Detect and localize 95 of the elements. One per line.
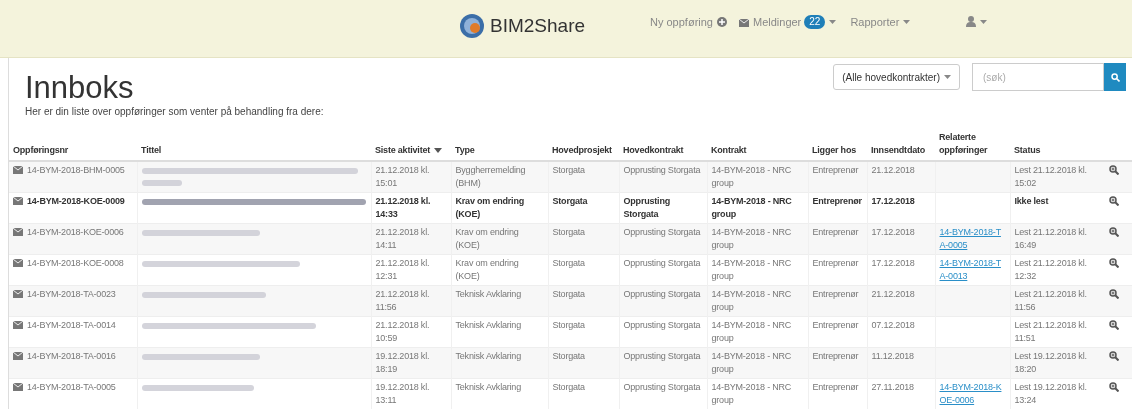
assigned-to: Entreprenør [812,257,859,268]
project-name: Storgata [552,319,585,330]
entry-number[interactable]: 14-BYM-2018-TA-0014 [13,318,133,332]
activity-date: 19.12.2018 kl. 18:19 [375,350,430,374]
entry-number[interactable]: 14-BYM-2018-TA-0023 [13,287,133,301]
column-header[interactable]: Tittel [141,144,367,157]
contract-name: 14-BYM-2018 - NRC group [711,350,792,374]
entry-number[interactable]: 14-BYM-2018-TA-0005 [13,380,133,394]
project-name: Storgata [552,165,585,175]
main-contract: Opprusting Storgata [623,257,701,268]
contract-name: 14-BYM-2018 - NRC group [711,319,792,343]
main-contract: Opprusting Storgata [623,288,701,299]
contract-filter-dropdown[interactable]: (Alle hovedkontrakter) [833,64,960,90]
activity-date: 21.12.2018 kl. 14:11 [375,226,430,250]
column-header[interactable]: Kontrakt [711,144,804,157]
column-header[interactable]: Hovedkontrakt [623,144,703,157]
activity-date: 19.12.2018 kl. 13:11 [375,381,430,405]
entry-type: Teknisk Avklaring [455,381,521,392]
submitted-date: 17.12.2018 [871,226,915,237]
submitted-date: 21.12.2018 [871,288,915,299]
column-header[interactable]: Ligger hos [812,144,863,157]
main-contract: Opprusting Storgata [623,195,670,219]
activity-date: 21.12.2018 kl. 14:33 [375,195,431,219]
column-header[interactable]: Oppføringsnr [13,144,133,157]
status-text: Lest 21.12.2018 kl. 15:02 [1014,165,1087,188]
contract-name: 14-BYM-2018 - NRC group [711,381,792,405]
assigned-to: Entreprenør [812,319,859,330]
contract-name: 14-BYM-2018 - NRC group [711,165,792,188]
column-header[interactable]: Siste aktivitet [375,145,431,155]
messages-menu[interactable]: Meldinger 22 [739,13,837,31]
submitted-date: 21.12.2018 [871,165,915,175]
page-subtitle: Her er din liste over oppføringer som venter på behandling fra dere: [25,106,324,118]
column-header[interactable]: Status [1014,144,1101,157]
entry-type: Byggherremelding (BHM) [455,165,526,188]
search-field[interactable]: (søk) [972,63,1104,91]
status-text: Lest 21.12.2018 kl. 11:51 [1014,319,1087,343]
column-header[interactable]: Hovedprosjekt [552,144,615,157]
assigned-to: Entreprenør [812,350,859,361]
entry-type: Krav om endring (KOE) [455,195,524,219]
entry-number[interactable]: 14-BYM-2018-TA-0016 [13,349,133,363]
contract-name: 14-BYM-2018 - NRC group [711,288,792,312]
column-header[interactable]: Relaterte oppføringer [939,131,1006,157]
entry-number[interactable]: 14-BYM-2018-KOE-0008 [13,256,133,270]
status-text: Lest 21.12.2018 kl. 16:49 [1014,226,1087,250]
submitted-date: 27.11.2018 [871,381,914,392]
submitted-date: 07.12.2018 [871,319,915,330]
activity-date: 21.12.2018 kl. 10:59 [375,319,430,343]
messages-label: Meldinger [753,14,802,30]
entry-number[interactable]: 14-BYM-2018-BHM-0005 [13,164,133,177]
entry-type: Teknisk Avklaring [455,350,521,361]
assigned-to: Entreprenør [812,381,859,392]
status-text: Lest 21.12.2018 kl. 11:56 [1014,288,1087,312]
project-name: Storgata [552,288,585,299]
related-entry-link[interactable]: 14-BYM-2018-TA-0013 [939,256,1006,283]
entry-type: Teknisk Avklaring [455,319,521,330]
column-header[interactable]: Innsendtdato [871,144,931,157]
project-name: Storgata [552,381,585,392]
message-count-badge: 22 [804,15,826,29]
column-header[interactable]: Type [455,144,544,157]
status-text: Ikke lest [1014,195,1049,206]
main-contract: Opprusting Storgata [623,165,701,175]
entry-number[interactable]: 14-BYM-2018-KOE-0006 [13,225,133,239]
submitted-date: 17.12.2018 [871,257,915,268]
main-contract: Opprusting Storgata [623,226,701,237]
status-text: Lest 19.12.2018 kl. 13:24 [1014,381,1087,405]
assigned-to: Entreprenør [812,288,859,299]
project-name: Storgata [552,350,585,361]
project-name: Storgata [552,226,585,237]
project-name: Storgata [552,257,585,268]
main-contract: Opprusting Storgata [623,350,701,361]
submitted-date: 11.12.2018 [871,350,914,361]
activity-date: 21.12.2018 kl. 11:56 [375,288,430,312]
entry-type: Krav om endring (KOE) [455,257,519,281]
related-entry-link[interactable]: 14-BYM-2018-TA-0005 [939,225,1006,252]
contract-name: 14-BYM-2018 - NRC group [711,257,792,281]
assigned-to: Entreprenør [812,165,859,175]
contract-name: 14-BYM-2018 - NRC group [711,226,792,250]
brand-name: BIM2Share [490,14,586,38]
project-name: Storgata [552,195,588,206]
reports-label: Rapporter [850,14,900,30]
assigned-to: Entreprenør [812,226,859,237]
activity-date: 21.12.2018 kl. 15:01 [375,165,430,188]
status-text: Lest 21.12.2018 kl. 12:32 [1014,257,1087,281]
main-contract: Opprusting Storgata [623,319,701,330]
main-contract: Opprusting Storgata [623,381,701,392]
status-text: Lest 19.12.2018 kl. 18:20 [1014,350,1087,374]
page-title: Innboks [25,70,135,106]
assigned-to: Entreprenør [812,195,862,206]
submitted-date: 17.12.2018 [871,195,915,206]
contract-name: 14-BYM-2018 - NRC group [711,195,792,219]
related-entry-link[interactable]: 14-BYM-2018-KOE-0006 [939,380,1006,407]
entry-number[interactable]: 14-BYM-2018-KOE-0009 [13,194,133,208]
entry-type: Teknisk Avklaring [455,288,521,299]
entry-type: Krav om endring (KOE) [455,226,519,250]
activity-date: 21.12.2018 kl. 12:31 [375,257,430,281]
